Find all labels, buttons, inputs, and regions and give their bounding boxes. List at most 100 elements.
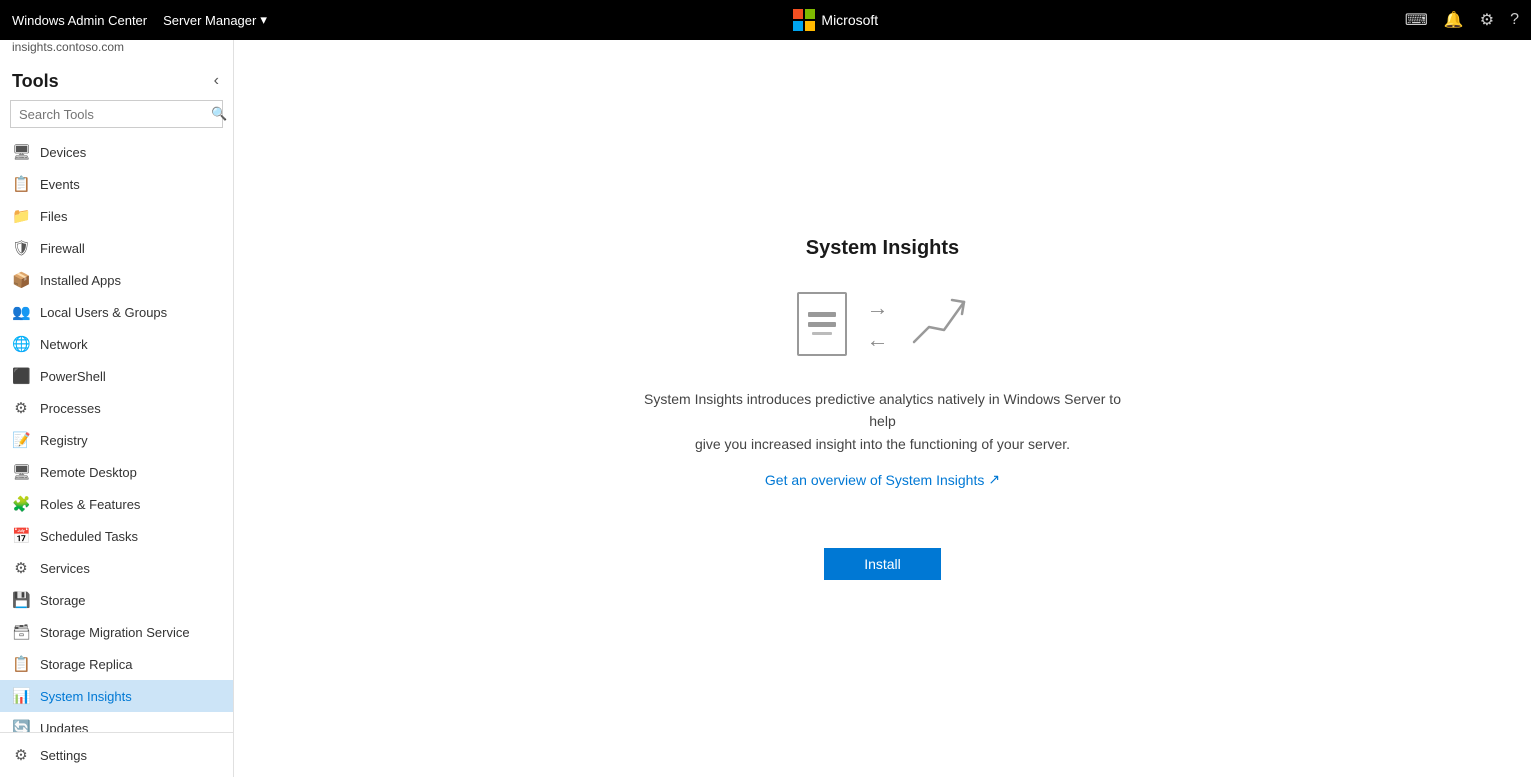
tools-label: Tools xyxy=(12,71,59,92)
search-icon: 🔍 xyxy=(211,106,227,121)
sidebar-nav: 🖥 Devices 📋Events 📁 Files 🛡 Firewall 📦 Installed… xyxy=(0,136,233,732)
notification-icon[interactable]: 🔔 xyxy=(1444,10,1464,30)
app-title: Windows Admin Center xyxy=(12,13,147,28)
sidebar-item-label-roles-features: Roles & Features xyxy=(40,497,140,512)
external-link-icon: ↗ xyxy=(988,471,1000,488)
connection-label: insights.contoso.com xyxy=(0,40,233,60)
sidebar-item-system-insights[interactable]: 📊 System Insights xyxy=(0,680,233,712)
sidebar-item-label-processes: Processes xyxy=(40,401,101,416)
devices-icon: 🖥 xyxy=(12,143,30,161)
sidebar-item-files[interactable]: 📁 Files xyxy=(0,200,233,232)
microsoft-logo xyxy=(793,9,815,31)
search-box: 🔍 xyxy=(10,100,223,128)
storage-replica-icon: 📋 xyxy=(12,655,30,673)
sidebar-item-settings[interactable]: ⚙ Settings xyxy=(0,739,233,771)
install-link-container: Get an overview of System Insights ↗ xyxy=(643,471,1123,520)
sidebar-item-roles-features[interactable]: 🧩 Roles & Features xyxy=(0,488,233,520)
sidebar-item-scheduled-tasks[interactable]: 📅 Scheduled Tasks xyxy=(0,520,233,552)
sidebar: insights.contoso.com Tools ‹ 🔍 🖥 Devices 📋… xyxy=(0,40,234,777)
sidebar-item-label-firewall: Firewall xyxy=(40,241,85,256)
sidebar-item-storage-replica[interactable]: 📋 Storage Replica xyxy=(0,648,233,680)
sidebar-item-processes[interactable]: ⚙ Processes xyxy=(0,392,233,424)
sidebar-item-label-files: Files xyxy=(40,209,67,224)
settings-icon[interactable]: ⚙ xyxy=(1480,10,1494,30)
trend-icon xyxy=(909,292,969,355)
server-bar-2 xyxy=(808,322,836,327)
sidebar-item-label-network: Network xyxy=(40,337,88,352)
firewall-icon: 🛡 xyxy=(12,239,30,257)
sidebar-item-label-system-insights: System Insights xyxy=(40,689,132,704)
terminal-icon[interactable]: ⌨ xyxy=(1405,10,1428,30)
sidebar-item-label-installed-apps: Installed Apps xyxy=(40,273,121,288)
sidebar-item-installed-apps[interactable]: 📦 Installed Apps xyxy=(0,264,233,296)
updates-icon: 🔄 xyxy=(12,719,30,732)
sidebar-item-label-storage: Storage xyxy=(40,593,86,608)
install-panel: System Insights → ← xyxy=(643,237,1123,580)
topbar-center: Microsoft xyxy=(283,9,1389,31)
topbar: Windows Admin Center Server Manager ▾ Mi… xyxy=(0,0,1531,40)
settings-nav-icon: ⚙ xyxy=(12,746,30,764)
install-icons: → ← xyxy=(643,292,1123,356)
arrows-icon: → ← xyxy=(867,295,889,353)
sidebar-item-services[interactable]: ⚙ Services xyxy=(0,552,233,584)
sidebar-item-label-registry: Registry xyxy=(40,433,88,448)
help-icon[interactable]: ? xyxy=(1510,11,1519,29)
sidebar-item-network[interactable]: 🌐 Network xyxy=(0,328,233,360)
remote-desktop-icon: 🖥 xyxy=(12,463,30,481)
storage-icon: 💾 xyxy=(12,591,30,609)
content-area: System Insights → ← xyxy=(234,40,1531,777)
sidebar-item-storage[interactable]: 💾 Storage xyxy=(0,584,233,616)
sidebar-item-devices[interactable]: 🖥 Devices xyxy=(0,136,233,168)
server-icon xyxy=(797,292,847,356)
install-description: System Insights introduces predictive an… xyxy=(643,388,1123,455)
files-icon: 📁 xyxy=(12,207,30,225)
sidebar-item-storage-migration[interactable]: 🗃 Storage Migration Service xyxy=(0,616,233,648)
topbar-icons: ⌨ 🔔 ⚙ ? xyxy=(1405,10,1519,30)
sidebar-item-label-updates: Updates xyxy=(40,721,88,733)
network-icon: 🌐 xyxy=(12,335,30,353)
sidebar-bottom: ⚙ Settings xyxy=(0,732,233,777)
main-layout: insights.contoso.com Tools ‹ 🔍 🖥 Devices 📋… xyxy=(0,40,1531,777)
server-manager-menu[interactable]: Server Manager ▾ xyxy=(163,12,267,28)
sidebar-item-firewall[interactable]: 🛡 Firewall xyxy=(0,232,233,264)
sidebar-item-label-remote-desktop: Remote Desktop xyxy=(40,465,137,480)
sidebar-item-remote-desktop[interactable]: 🖥 Remote Desktop xyxy=(0,456,233,488)
install-button[interactable]: Install xyxy=(824,548,941,580)
registry-icon: 📝 xyxy=(12,431,30,449)
scheduled-tasks-icon: 📅 xyxy=(12,527,30,545)
sidebar-item-registry[interactable]: 📝 Registry xyxy=(0,424,233,456)
sidebar-item-events[interactable]: 📋Events xyxy=(0,168,233,200)
sidebar-item-updates[interactable]: 🔄 Updates xyxy=(0,712,233,732)
events-icon: 📋 xyxy=(12,175,30,193)
sidebar-item-label-services: Services xyxy=(40,561,90,576)
services-icon: ⚙ xyxy=(12,559,30,577)
sidebar-item-local-users-groups[interactable]: 👥 Local Users & Groups xyxy=(0,296,233,328)
sidebar-item-label-local-users-groups: Local Users & Groups xyxy=(40,305,167,320)
sidebar-item-label-powershell: PowerShell xyxy=(40,369,106,384)
search-input[interactable] xyxy=(11,102,203,127)
search-button[interactable]: 🔍 xyxy=(203,101,234,127)
server-bar-3 xyxy=(812,332,832,335)
sidebar-item-powershell[interactable]: ⬛ PowerShell xyxy=(0,360,233,392)
panel-title: System Insights xyxy=(643,237,1123,260)
installed-apps-icon: 📦 xyxy=(12,271,30,289)
roles-features-icon: 🧩 xyxy=(12,495,30,513)
powershell-icon: ⬛ xyxy=(12,367,30,385)
sidebar-item-label-storage-migration: Storage Migration Service xyxy=(40,625,190,640)
microsoft-text: Microsoft xyxy=(821,12,878,28)
collapse-sidebar-button[interactable]: ‹ xyxy=(212,70,221,92)
storage-migration-icon: 🗃 xyxy=(12,623,30,641)
overview-link[interactable]: Get an overview of System Insights ↗ xyxy=(765,471,1000,488)
local-users-groups-icon: 👥 xyxy=(12,303,30,321)
arrow-right-icon: → xyxy=(867,295,889,321)
sidebar-header: Tools ‹ xyxy=(0,60,233,96)
arrow-left-icon: ← xyxy=(867,327,889,353)
server-bar-1 xyxy=(808,312,836,317)
chevron-down-icon: ▾ xyxy=(260,12,267,28)
processes-icon: ⚙ xyxy=(12,399,30,417)
system-insights-icon: 📊 xyxy=(12,687,30,705)
sidebar-item-label-storage-replica: Storage Replica xyxy=(40,657,133,672)
sidebar-item-label-scheduled-tasks: Scheduled Tasks xyxy=(40,529,138,544)
settings-label: Settings xyxy=(40,748,87,763)
sidebar-item-label-devices: Devices xyxy=(40,145,86,160)
